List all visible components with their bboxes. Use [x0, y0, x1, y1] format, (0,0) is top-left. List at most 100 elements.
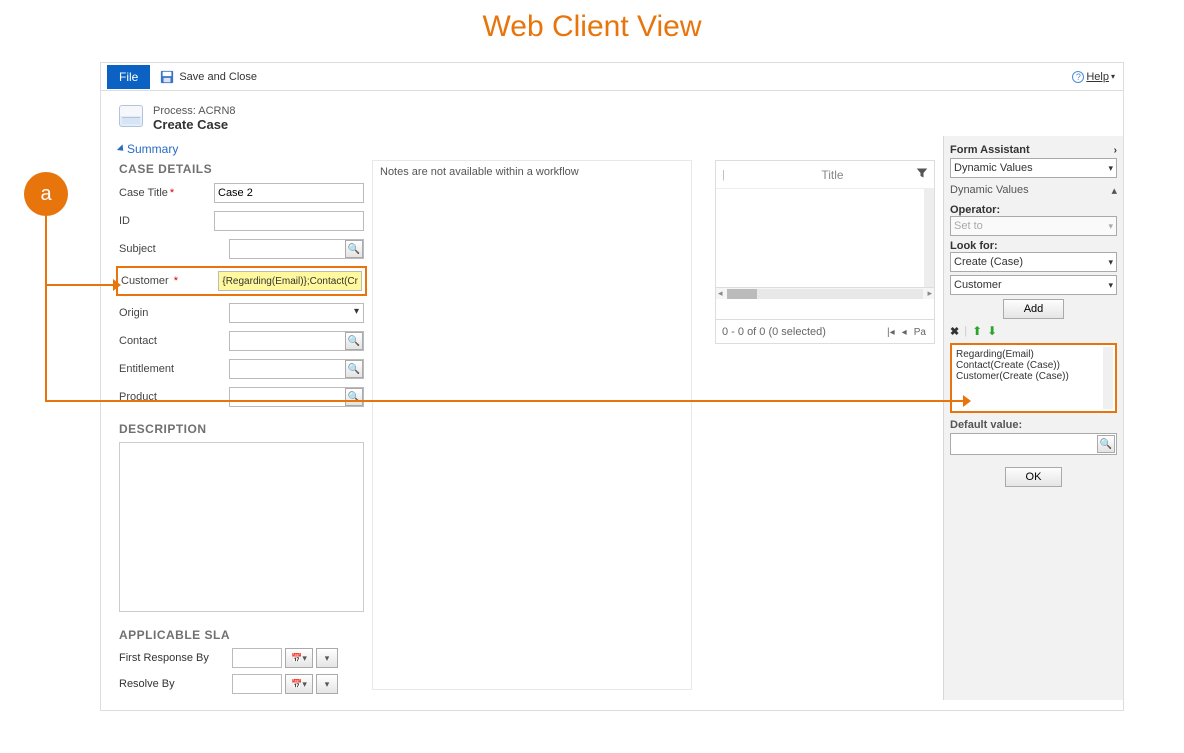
dynamic-values-header[interactable]: Dynamic Values [950, 181, 1117, 200]
list-item[interactable]: Customer(Create (Case)) [956, 371, 1111, 382]
grid-status-bar: 0 - 0 of 0 (0 selected) |◂ ◂ Pa [715, 320, 935, 344]
row-case-title: Case Title* [119, 182, 364, 204]
save-and-close-button[interactable]: Save and Close [160, 70, 257, 84]
process-name: ACRN8 [198, 105, 235, 117]
customer-value: {Regarding(Email)};Contact(Cr [222, 276, 358, 287]
dynamic-values-list[interactable]: Regarding(Email) Contact(Create (Case)) … [950, 343, 1117, 413]
prev-page-icon[interactable]: ◂ [900, 327, 909, 338]
label-customer: Customer * [121, 275, 218, 287]
section-case-details: CASE DETAILS [119, 162, 364, 176]
row-id: ID [119, 210, 364, 232]
grid-column: | Title ◂ ▸ 0 - 0 of 0 (0 selected) [715, 136, 935, 700]
label-subject: Subject [119, 243, 229, 255]
entity-icon [119, 105, 143, 127]
lookup-icon[interactable]: 🔍 [345, 388, 363, 406]
label-entitlement: Entitlement [119, 363, 229, 375]
page-heading: Web Client View [0, 10, 1184, 44]
dropdown-icon[interactable]: ▾ [316, 648, 338, 668]
grid-footer: ◂ ▸ [716, 287, 934, 299]
page-label: Pa [912, 327, 928, 338]
default-value-input[interactable]: 🔍 [950, 433, 1117, 455]
save-icon [160, 70, 174, 84]
lookup-icon[interactable]: 🔍 [345, 240, 363, 258]
list-item[interactable]: Regarding(Email) [956, 349, 1111, 360]
list-item[interactable]: Contact(Create (Case)) [956, 360, 1111, 371]
annotation-arrow-icon [963, 395, 971, 407]
form-title: Create Case [153, 117, 236, 132]
date-picker-icon[interactable]: 📅▾ [285, 648, 313, 668]
description-textarea[interactable] [119, 442, 364, 612]
ok-button[interactable]: OK [1005, 467, 1063, 487]
grid-record-count: 0 - 0 of 0 (0 selected) [722, 326, 826, 338]
add-button[interactable]: Add [1003, 299, 1065, 319]
summary-tab-link[interactable]: Summary [119, 142, 364, 156]
notes-unavailable-message: Notes are not available within a workflo… [372, 160, 692, 690]
input-id[interactable] [214, 211, 364, 231]
form-assistant-panel: Form Assistant › Dynamic Values Dynamic … [943, 136, 1123, 700]
row-entitlement: Entitlement 🔍 [119, 358, 364, 380]
move-up-icon[interactable]: ⬆ [972, 324, 982, 338]
form-assistant-title: Form Assistant › [950, 142, 1117, 158]
related-grid: | Title ◂ ▸ [715, 160, 935, 320]
input-first-response-date[interactable] [232, 648, 282, 668]
move-down-icon[interactable]: ⬇ [987, 324, 997, 338]
chevron-right-icon[interactable]: › [1114, 145, 1117, 156]
filter-icon[interactable] [916, 167, 928, 182]
help-icon: ? [1072, 71, 1084, 83]
date-picker-icon[interactable]: 📅▾ [285, 674, 313, 694]
annotation-arrow-icon [113, 279, 121, 291]
help-menu[interactable]: ? Help ▾ [1072, 71, 1115, 83]
list-scrollbar[interactable] [1103, 347, 1113, 409]
lookup-entitlement[interactable]: 🔍 [229, 359, 364, 379]
row-resolve-by: Resolve By 📅▾ ▾ [119, 674, 364, 694]
input-resolve-by-date[interactable] [232, 674, 282, 694]
dropdown-icon[interactable]: ▾ [316, 674, 338, 694]
row-subject: Subject 🔍 [119, 238, 364, 260]
operator-label: Operator: [950, 204, 1117, 216]
input-case-title[interactable] [214, 183, 364, 203]
lookup-contact[interactable]: 🔍 [229, 331, 364, 351]
row-origin: Origin [119, 302, 364, 324]
label-origin: Origin [119, 307, 229, 319]
label-first-response: First Response By [119, 652, 229, 664]
lookup-icon[interactable]: 🔍 [345, 332, 363, 350]
save-and-close-label: Save and Close [179, 71, 257, 83]
lookup-customer[interactable]: {Regarding(Email)};Contact(Cr [218, 271, 362, 291]
left-column: Summary CASE DETAILS Case Title* ID Subj… [119, 136, 364, 700]
annotation-line [45, 216, 47, 402]
lookup-icon[interactable]: 🔍 [1097, 435, 1115, 453]
vertical-scrollbar[interactable] [924, 189, 934, 287]
horizontal-scrollbar[interactable] [727, 289, 924, 299]
label-contact: Contact [119, 335, 229, 347]
row-customer: Customer * {Regarding(Email)};Contact(Cr [121, 270, 362, 292]
lookup-icon[interactable]: 🔍 [345, 360, 363, 378]
select-origin[interactable] [229, 303, 364, 323]
highlighted-customer-row: Customer * {Regarding(Email)};Contact(Cr [116, 266, 367, 296]
toolbar: File Save and Close ? Help ▾ [101, 63, 1123, 91]
assistant-mode-select[interactable]: Dynamic Values [950, 158, 1117, 178]
grid-body [716, 189, 934, 287]
annotation-line [45, 400, 965, 402]
annotation-badge-a: a [24, 172, 68, 216]
look-for-entity-select[interactable]: Create (Case) [950, 252, 1117, 272]
app-window: File Save and Close ? Help ▾ Process: AC… [100, 62, 1124, 711]
remove-icon[interactable]: ✖ [950, 325, 959, 338]
row-product: Product 🔍 [119, 386, 364, 408]
form-header: Process: ACRN8 Create Case [101, 91, 1123, 136]
file-menu-button[interactable]: File [107, 65, 150, 89]
operator-select[interactable]: Set to [950, 216, 1117, 236]
lookup-product[interactable]: 🔍 [229, 387, 364, 407]
row-contact: Contact 🔍 [119, 330, 364, 352]
notes-column: Notes are not available within a workflo… [372, 136, 707, 700]
lookup-subject[interactable]: 🔍 [229, 239, 364, 259]
label-case-title: Case Title* [119, 187, 214, 199]
first-page-icon[interactable]: |◂ [885, 327, 897, 338]
look-for-attribute-select[interactable]: Customer [950, 275, 1117, 295]
row-first-response: First Response By 📅▾ ▾ [119, 648, 364, 668]
label-resolve-by: Resolve By [119, 678, 229, 690]
grid-column-title[interactable]: Title [821, 168, 843, 182]
help-label: Help [1086, 71, 1109, 83]
annotation-line [45, 284, 115, 286]
section-description: DESCRIPTION [119, 422, 364, 436]
default-value-label: Default value: [950, 419, 1117, 431]
